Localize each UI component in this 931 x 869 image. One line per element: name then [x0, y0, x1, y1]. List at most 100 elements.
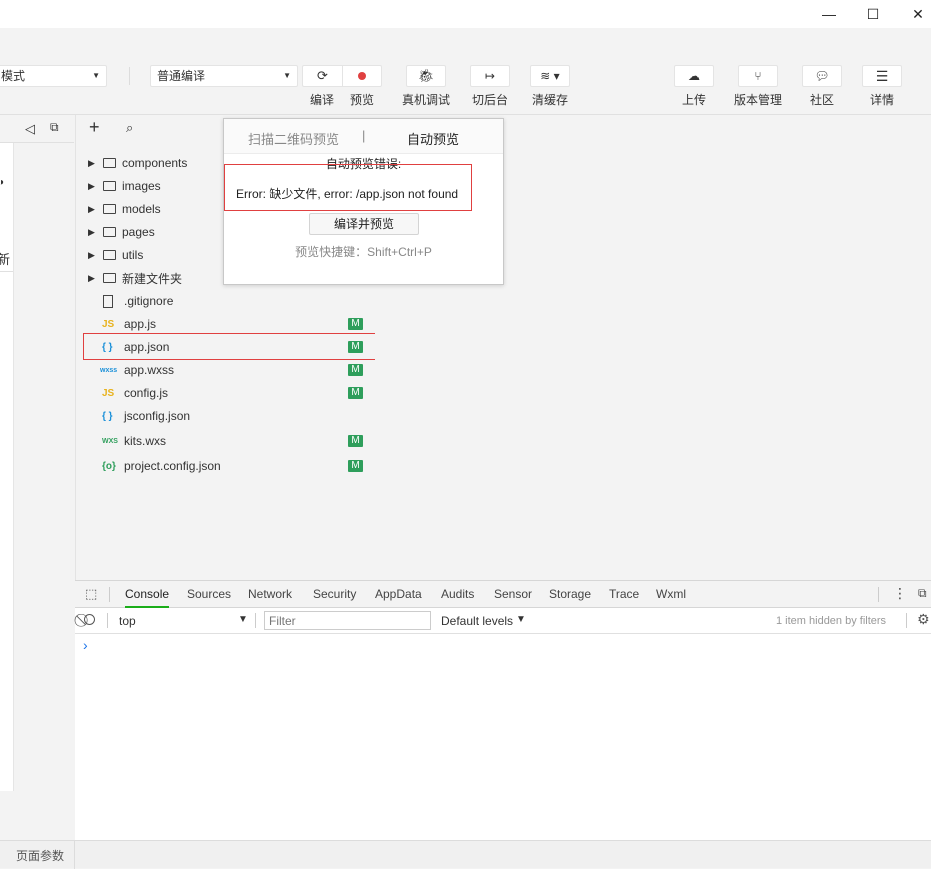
tree-file[interactable]: wxss app.wxss M	[76, 359, 375, 381]
inspect-element-icon[interactable]: ⬚	[85, 586, 97, 602]
folder-icon	[103, 273, 116, 283]
compile-mode-select[interactable]: 普通编译 ▼	[150, 65, 298, 87]
clear-cache-button[interactable]: ≋ ▾	[530, 65, 570, 87]
menu-icon: ☰	[875, 67, 889, 84]
simulator-screen[interactable]: ◑ 新	[0, 143, 14, 791]
expand-arrow-icon[interactable]: ▶	[88, 181, 95, 192]
tree-item-label: app.js	[124, 317, 157, 331]
tree-file[interactable]: WXS kits.wxs M	[76, 430, 375, 452]
preview-button[interactable]	[342, 65, 382, 87]
wxss-file-icon: wxss	[100, 366, 118, 374]
js-file-icon: JS	[102, 387, 115, 399]
tree-file[interactable]: JS app.js M	[76, 313, 375, 335]
expand-arrow-icon[interactable]: ▶	[88, 158, 95, 169]
tab-qr-preview[interactable]: 扫描二维码预览	[248, 129, 339, 148]
layers-icon: ≋ ▾	[540, 69, 560, 83]
community-button[interactable]: 💬︎	[802, 65, 842, 87]
devtools-tab-network[interactable]: Network	[248, 581, 292, 608]
chat-icon: 💬︎	[814, 69, 830, 83]
wxs-file-icon: WXS	[102, 437, 118, 445]
divider	[109, 587, 110, 602]
tree-item-label: images	[122, 179, 161, 193]
popout-icon[interactable]: ⧉	[50, 120, 59, 135]
page-params-button[interactable]: 页面参数	[16, 847, 64, 864]
mode-select-value: 模式	[1, 69, 26, 83]
more-options-icon[interactable]: ⋮	[893, 585, 907, 602]
dock-icon[interactable]: ⧉	[918, 586, 927, 601]
tree-item-label: app.wxss	[124, 363, 175, 377]
tree-item-label: jsconfig.json	[124, 409, 191, 423]
details-label: 详情	[869, 93, 894, 107]
maximize-button[interactable]: ☐	[850, 0, 896, 28]
devtools-tab-appdata[interactable]: AppData	[375, 581, 422, 608]
chevron-down-icon: ▼	[92, 71, 100, 80]
file-icon	[103, 294, 113, 308]
devtools-tab-security[interactable]: Security	[313, 581, 356, 608]
devtools-tab-audits[interactable]: Audits	[441, 581, 474, 608]
minimize-button[interactable]: —	[806, 0, 852, 28]
scroll-handle-icon: ◑	[0, 177, 5, 188]
gear-icon[interactable]: ⚙	[917, 611, 930, 628]
tree-file[interactable]: {o} project.config.json M	[76, 455, 375, 477]
js-file-icon: JS	[102, 318, 115, 330]
context-select[interactable]: top	[119, 614, 136, 628]
devtools-tab-console[interactable]: Console	[125, 581, 170, 608]
community-label: 社区	[809, 93, 834, 107]
tree-item-label: project.config.json	[124, 459, 221, 473]
preview-error-icon	[358, 72, 366, 80]
mode-select[interactable]: 模式 ▼	[0, 65, 107, 87]
expand-arrow-icon[interactable]: ▶	[88, 227, 95, 238]
add-icon[interactable]: +	[89, 117, 100, 138]
modified-badge: M	[348, 387, 363, 399]
expand-arrow-icon[interactable]: ▶	[88, 250, 95, 261]
chevron-down-icon: ▼	[283, 71, 291, 80]
cloud-upload-icon: ☁	[688, 69, 700, 83]
switch-background-button[interactable]: ↦	[470, 65, 510, 87]
volume-icon[interactable]: ◁	[25, 121, 35, 137]
simulator-toolbar: ◁ ⧉	[0, 115, 74, 143]
upload-button[interactable]: ☁	[674, 65, 714, 87]
console-output[interactable]: ›	[75, 634, 931, 840]
devtools-tab-storage[interactable]: Storage	[549, 581, 591, 608]
real-device-debug-button[interactable]: 🐞︎	[406, 65, 446, 87]
divider	[74, 841, 75, 869]
tree-item-label: kits.wxs	[124, 434, 166, 448]
console-filter-bar: ⃠ top ▼ Default levels ▼ 1 item hidden b…	[75, 608, 931, 634]
preview-label: 预览	[349, 93, 374, 107]
devtools-tab-sensor[interactable]: Sensor	[494, 581, 532, 608]
tree-file[interactable]: { } jsconfig.json	[76, 405, 375, 427]
console-filter-input[interactable]	[264, 611, 431, 630]
divider	[878, 587, 879, 602]
close-button[interactable]: ✕	[895, 0, 931, 28]
branch-icon: ⑂	[754, 69, 762, 83]
compile-button[interactable]: ⟳	[302, 65, 342, 87]
compile-and-preview-button[interactable]: 编译并预览	[309, 213, 419, 235]
version-control-button[interactable]: ⑂	[738, 65, 778, 87]
devtools-tab-trace[interactable]: Trace	[609, 581, 639, 608]
popup-tabs: 扫描二维码预览 | 自动预览	[224, 119, 503, 154]
preview-shortcut-hint: 预览快捷键：Shift+Ctrl+P	[295, 245, 432, 259]
clear-console-icon[interactable]	[84, 614, 95, 625]
folder-icon	[103, 158, 116, 168]
tree-item-label: utils	[122, 248, 144, 262]
refresh-icon: ⟳	[317, 68, 328, 83]
devtools-tab-wxml[interactable]: Wxml	[656, 581, 686, 608]
hidden-items-info: 1 item hidden by filters	[776, 615, 887, 627]
tab-auto-preview[interactable]: 自动预览	[407, 129, 459, 148]
switch-background-label: 切后台	[471, 93, 508, 107]
devtools-tab-sources[interactable]: Sources	[187, 581, 231, 608]
expand-arrow-icon[interactable]: ▶	[88, 204, 95, 215]
modified-badge: M	[348, 435, 363, 447]
tree-file[interactable]: .gitignore	[76, 290, 375, 312]
tree-file[interactable]: JS config.js M	[76, 382, 375, 404]
tree-item-label: pages	[122, 225, 155, 239]
details-button[interactable]: ☰	[862, 65, 902, 87]
search-icon[interactable]: ⌕	[126, 120, 133, 136]
tree-item-label: .gitignore	[124, 294, 174, 308]
compile-label: 编译	[309, 93, 334, 107]
modified-badge: M	[348, 364, 363, 376]
log-levels-select[interactable]: Default levels	[441, 614, 513, 628]
simulator-partial-text: 新	[0, 252, 11, 267]
folder-icon	[103, 204, 116, 214]
expand-arrow-icon[interactable]: ▶	[88, 273, 95, 284]
